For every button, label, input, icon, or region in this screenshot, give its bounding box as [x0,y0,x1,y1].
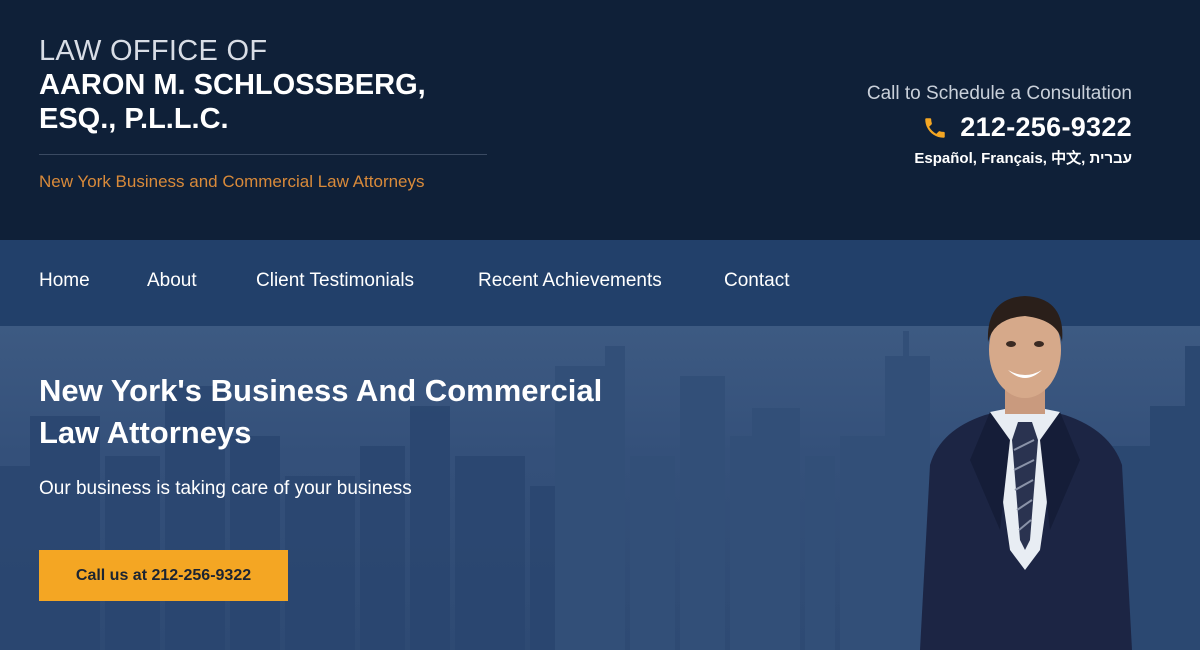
nav-home[interactable]: Home [39,270,90,292]
site-header: LAW OFFICE OF AARON M. SCHLOSSBERG, ESQ.… [0,0,1200,240]
nav-recent-achievements[interactable]: Recent Achievements [478,270,662,292]
header-divider [39,154,487,155]
firm-name-line3: ESQ., P.L.L.C. [39,103,229,135]
call-us-button[interactable]: Call us at 212-256-9322 [39,550,288,601]
firm-tagline: New York Business and Commercial Law Att… [39,172,425,191]
nav-about[interactable]: About [147,270,197,292]
nav-client-testimonials[interactable]: Client Testimonials [256,270,414,292]
hero-title-line2: Law Attorneys [39,415,252,450]
attorney-portrait [920,296,1132,650]
header-contact: Call to Schedule a Consultation 212-256-… [867,82,1132,168]
header-phone-number[interactable]: 212-256-9322 [960,112,1132,143]
languages-list: Español, Français, 中文, עברית [914,150,1132,167]
hero-title-line1: New York's Business And Commercial [39,373,603,408]
consultation-label: Call to Schedule a Consultation [866,83,1132,104]
nav-contact[interactable]: Contact [724,270,789,292]
firm-logo[interactable]: LAW OFFICE OF AARON M. SCHLOSSBERG, ESQ.… [39,34,489,136]
firm-name-line1: LAW OFFICE OF [39,35,268,67]
hero-subtitle: Our business is taking care of your busi… [39,478,412,499]
firm-name-line2: AARON M. SCHLOSSBERG, [39,69,426,101]
hero-title: New York's Business And Commercial Law A… [39,370,659,454]
header-phone-row[interactable]: 212-256-9322 [867,112,1132,143]
phone-icon [925,117,945,138]
